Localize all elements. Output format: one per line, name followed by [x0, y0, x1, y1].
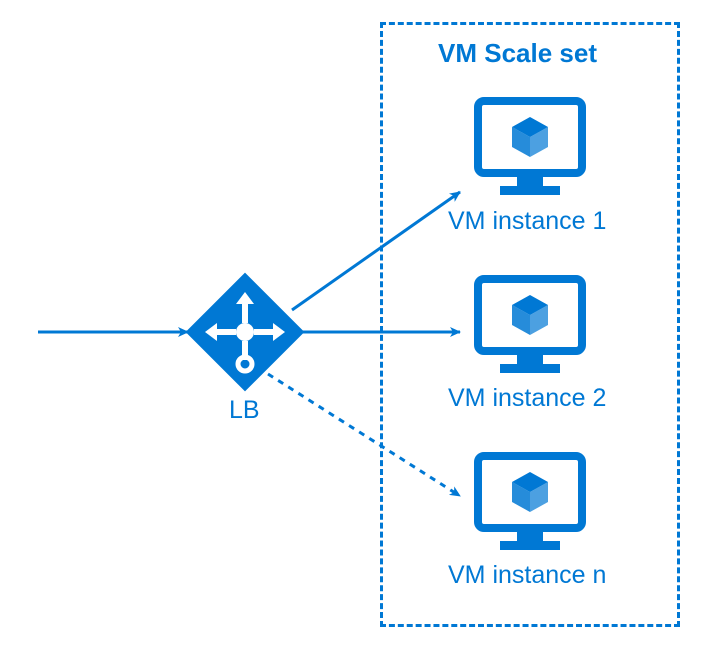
lb-label: LB: [229, 396, 260, 425]
vmn-label: VM instance n: [448, 561, 606, 590]
vm2-label: VM instance 2: [448, 384, 606, 413]
load-balancer-icon: [186, 273, 305, 392]
vm-scale-set-container: [380, 22, 680, 627]
scale-set-title: VM Scale set: [438, 38, 597, 69]
vm1-label: VM instance 1: [448, 207, 606, 236]
